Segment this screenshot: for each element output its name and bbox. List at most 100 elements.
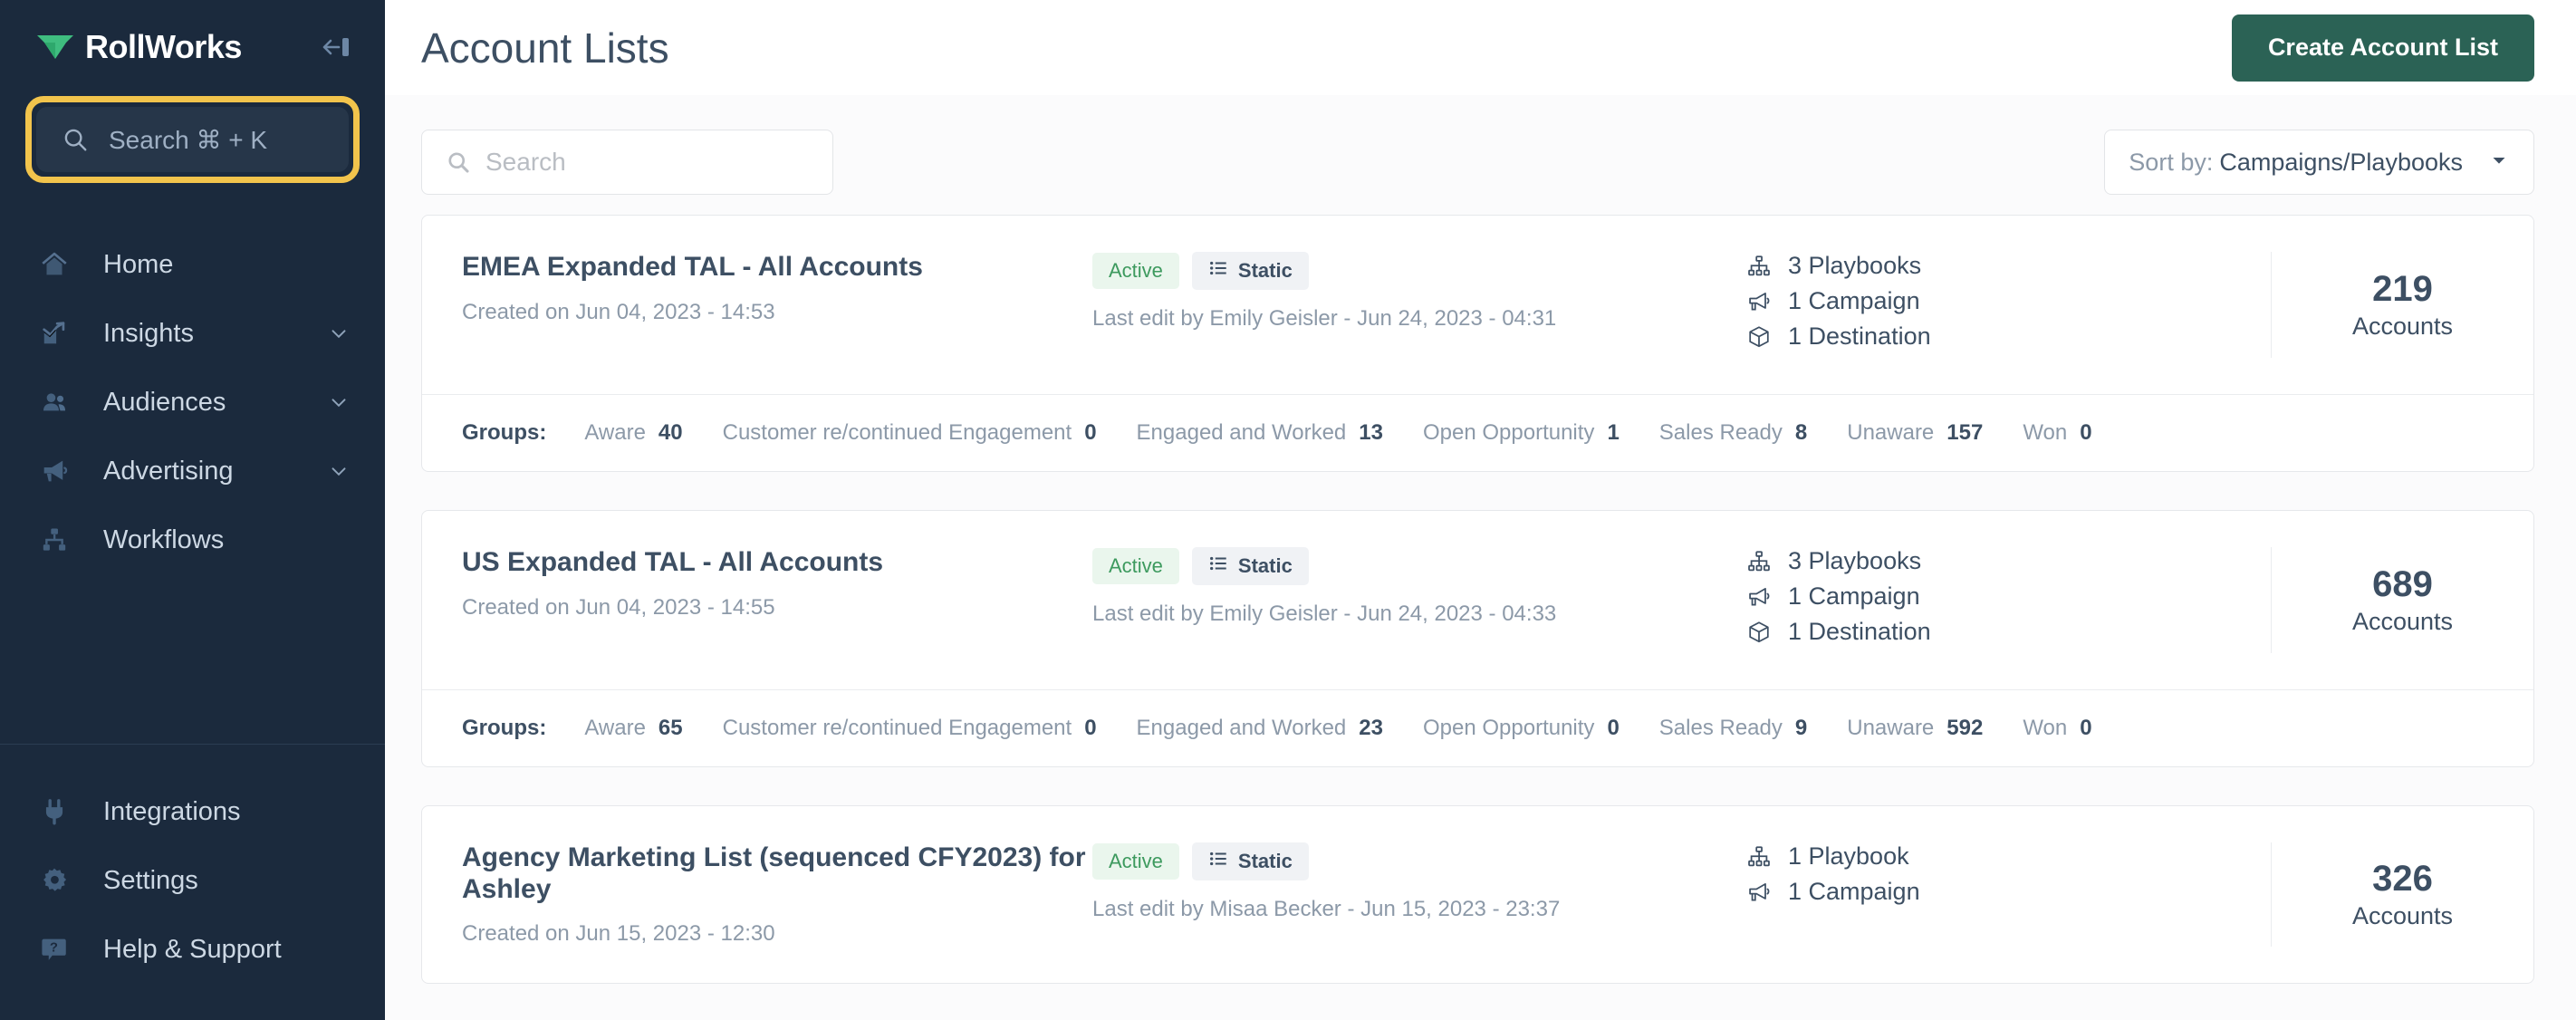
stat-campaigns: 1 Campaign (1745, 287, 2271, 315)
sitemap-icon (1745, 549, 1773, 574)
group-item[interactable]: Won 0 (2023, 420, 2091, 446)
card-status-column: Active Static Last edit by Emily Geisler… (1092, 547, 1690, 627)
group-value: 1 (1607, 420, 1620, 445)
account-list-created: Created on Jun 15, 2023 - 12:30 (462, 921, 775, 946)
account-list-name[interactable]: US Expanded TAL - All Accounts (462, 547, 1092, 579)
group-value: 0 (1084, 420, 1097, 445)
group-item[interactable]: Sales Ready 8 (1659, 420, 1807, 446)
card-badges: Active Static (1092, 842, 1690, 880)
group-value: 8 (1794, 420, 1808, 445)
list-controls: Search Sort by: Campaigns/Playbooks (385, 95, 2576, 195)
group-item[interactable]: Customer re/continued Engagement 0 (723, 420, 1097, 446)
card-main-row: Agency Marketing List (sequenced CFY2023… (422, 806, 2533, 983)
megaphone-icon (1745, 880, 1773, 905)
group-name: Sales Ready (1658, 716, 1783, 740)
group-name: Customer re/continued Engagement (722, 420, 1072, 445)
type-badge-label: Static (1237, 554, 1293, 577)
chevron-down-icon[interactable] (327, 390, 351, 414)
sidebar-item-audiences[interactable]: Audiences (0, 368, 385, 437)
sidebar-search-placeholder: Search ⌘ + K (109, 125, 268, 154)
card-stats-column: 3 Playbooks 1 Campaign 1 Destination (1690, 252, 2271, 358)
group-item[interactable]: Won 0 (2023, 716, 2091, 741)
sidebar-item-home[interactable]: Home (0, 230, 385, 299)
group-name: Aware (584, 716, 646, 740)
app-root: RollWorks Search ⌘ + K Home Insights Aud… (0, 0, 2576, 1020)
sidebar-item-label: Audiences (103, 387, 226, 417)
sidebar-bottom-nav: Integrations Settings ? Help & Support (0, 744, 385, 1020)
sidebar-item-workflows[interactable]: Workflows (0, 505, 385, 574)
search-icon (62, 126, 89, 153)
group-name: Engaged and Worked (1136, 420, 1347, 445)
group-value: 0 (2080, 716, 2092, 740)
group-name: Aware (584, 420, 646, 445)
type-badge: Static (1191, 842, 1309, 880)
chevron-down-icon (2488, 149, 2510, 176)
account-count: 219 (2372, 269, 2433, 309)
type-badge: Static (1191, 547, 1309, 585)
sidebar-item-advertising[interactable]: Advertising (0, 437, 385, 505)
sidebar: RollWorks Search ⌘ + K Home Insights Aud… (0, 0, 385, 1020)
cube-icon (1745, 324, 1773, 350)
group-name: Engaged and Worked (1136, 716, 1347, 740)
group-value: 0 (2080, 420, 2092, 445)
account-list-name[interactable]: EMEA Expanded TAL - All Accounts (462, 252, 1092, 284)
account-list-created: Created on Jun 04, 2023 - 14:53 (462, 299, 775, 324)
stat-destinations: 1 Destination (1745, 618, 2271, 646)
type-badge-label: Static (1237, 259, 1293, 282)
svg-text:?: ? (50, 940, 58, 955)
card-title-column: Agency Marketing List (sequenced CFY2023… (422, 842, 1092, 947)
sidebar-item-insights[interactable]: Insights (0, 299, 385, 368)
group-item[interactable]: Unaware 592 (1847, 716, 1983, 741)
type-badge-label: Static (1237, 850, 1293, 872)
card-title-column: US Expanded TAL - All Accounts Created o… (422, 547, 1092, 621)
sidebar-search-input[interactable]: Search ⌘ + K (36, 107, 349, 172)
account-list-card[interactable]: US Expanded TAL - All Accounts Created o… (421, 510, 2534, 767)
page-header: Account Lists Create Account List (385, 0, 2576, 95)
card-main-row: US Expanded TAL - All Accounts Created o… (422, 511, 2533, 689)
search-input[interactable]: Search (421, 130, 833, 195)
stat-label: 1 Playbook (1788, 842, 1909, 870)
card-badges: Active Static (1092, 547, 1690, 585)
chevron-down-icon[interactable] (327, 322, 351, 345)
group-value: 0 (1607, 716, 1620, 740)
group-name: Unaware (1847, 420, 1935, 445)
account-list-last-edit: Last edit by Misaa Becker - Jun 15, 2023… (1092, 897, 1561, 921)
stat-campaigns: 1 Campaign (1745, 878, 2271, 906)
chevron-down-icon[interactable] (327, 459, 351, 483)
sidebar-item-settings[interactable]: Settings (0, 846, 385, 915)
group-item[interactable]: Engaged and Worked 23 (1137, 716, 1383, 741)
group-item[interactable]: Customer re/continued Engagement 0 (723, 716, 1097, 741)
group-item[interactable]: Open Opportunity 1 (1423, 420, 1620, 446)
chart-up-icon (38, 318, 78, 349)
create-account-list-button[interactable]: Create Account List (2231, 14, 2534, 82)
home-icon (38, 249, 78, 280)
sidebar-item-label: Help & Support (103, 934, 282, 964)
group-item[interactable]: Open Opportunity 0 (1423, 716, 1620, 741)
sidebar-item-label: Insights (103, 318, 194, 348)
group-name: Won (2023, 716, 2068, 740)
group-item[interactable]: Engaged and Worked 13 (1137, 420, 1383, 446)
list-icon (1208, 258, 1228, 284)
sort-by-dropdown[interactable]: Sort by: Campaigns/Playbooks (2104, 130, 2534, 195)
stat-label: 1 Campaign (1788, 287, 1920, 314)
stat-label: 3 Playbooks (1788, 252, 1922, 279)
group-item[interactable]: Aware 40 (584, 420, 682, 446)
account-list-card[interactable]: Agency Marketing List (sequenced CFY2023… (421, 805, 2534, 984)
group-value: 592 (1946, 716, 1984, 740)
sidebar-item-integrations[interactable]: Integrations (0, 777, 385, 846)
sidebar-item-label: Workflows (103, 524, 225, 554)
list-icon (1208, 849, 1228, 874)
group-item[interactable]: Sales Ready 9 (1659, 716, 1807, 741)
group-item[interactable]: Unaware 157 (1847, 420, 1983, 446)
account-list-card[interactable]: EMEA Expanded TAL - All Accounts Created… (421, 215, 2534, 472)
sidebar-item-help-support[interactable]: ? Help & Support (0, 915, 385, 984)
card-title-column: EMEA Expanded TAL - All Accounts Created… (422, 252, 1092, 325)
account-list-name[interactable]: Agency Marketing List (sequenced CFY2023… (462, 842, 1092, 905)
group-item[interactable]: Aware 65 (584, 716, 682, 741)
sidebar-nav: Home Insights Audiences Advertising Work… (0, 230, 385, 574)
group-name: Sales Ready (1658, 420, 1783, 445)
status-badge: Active (1092, 548, 1179, 584)
group-value: 65 (658, 716, 683, 740)
collapse-sidebar-icon[interactable] (316, 27, 356, 67)
card-groups-row: Groups: Aware 65 Customer re/continued En… (422, 689, 2533, 766)
